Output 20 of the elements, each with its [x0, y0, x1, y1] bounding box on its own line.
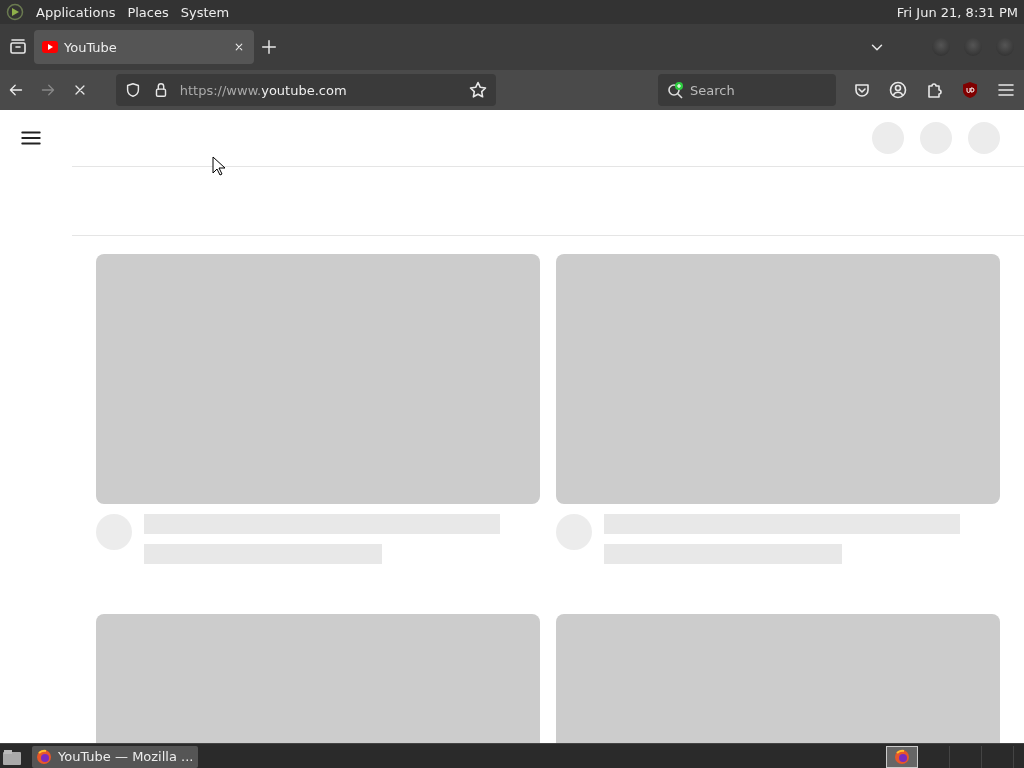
menu-item[interactable]: System: [180, 4, 230, 20]
mouse-cursor-icon: [212, 156, 226, 176]
browser-icon: [36, 748, 52, 765]
tab-list-icon[interactable]: [8, 37, 28, 57]
browser-tab[interactable]: YouTube: [34, 30, 254, 64]
star-icon[interactable]: [468, 80, 489, 100]
url-text: https://www.youtube.com: [179, 82, 348, 98]
logo-icon[interactable]: [6, 3, 24, 21]
menu-item[interactable]: Applications: [36, 4, 116, 20]
taskbar-window-button[interactable]: YouTube — Mozilla ...: [32, 745, 198, 768]
desktop-icon[interactable]: [2, 747, 22, 766]
shield-extension-icon[interactable]: [960, 80, 980, 100]
menu-item[interactable]: Places: [127, 4, 169, 20]
search-field[interactable]: Search: [658, 74, 836, 106]
new-tab-icon[interactable]: [260, 38, 278, 56]
address-bar[interactable]: https://www.youtube.com: [115, 74, 497, 106]
account-icon[interactable]: [888, 80, 908, 100]
clock[interactable]: Fri Jun 21, 8:31 PM: [896, 4, 1018, 20]
browser-icon: [894, 748, 910, 765]
play-logo-icon: [42, 41, 58, 53]
